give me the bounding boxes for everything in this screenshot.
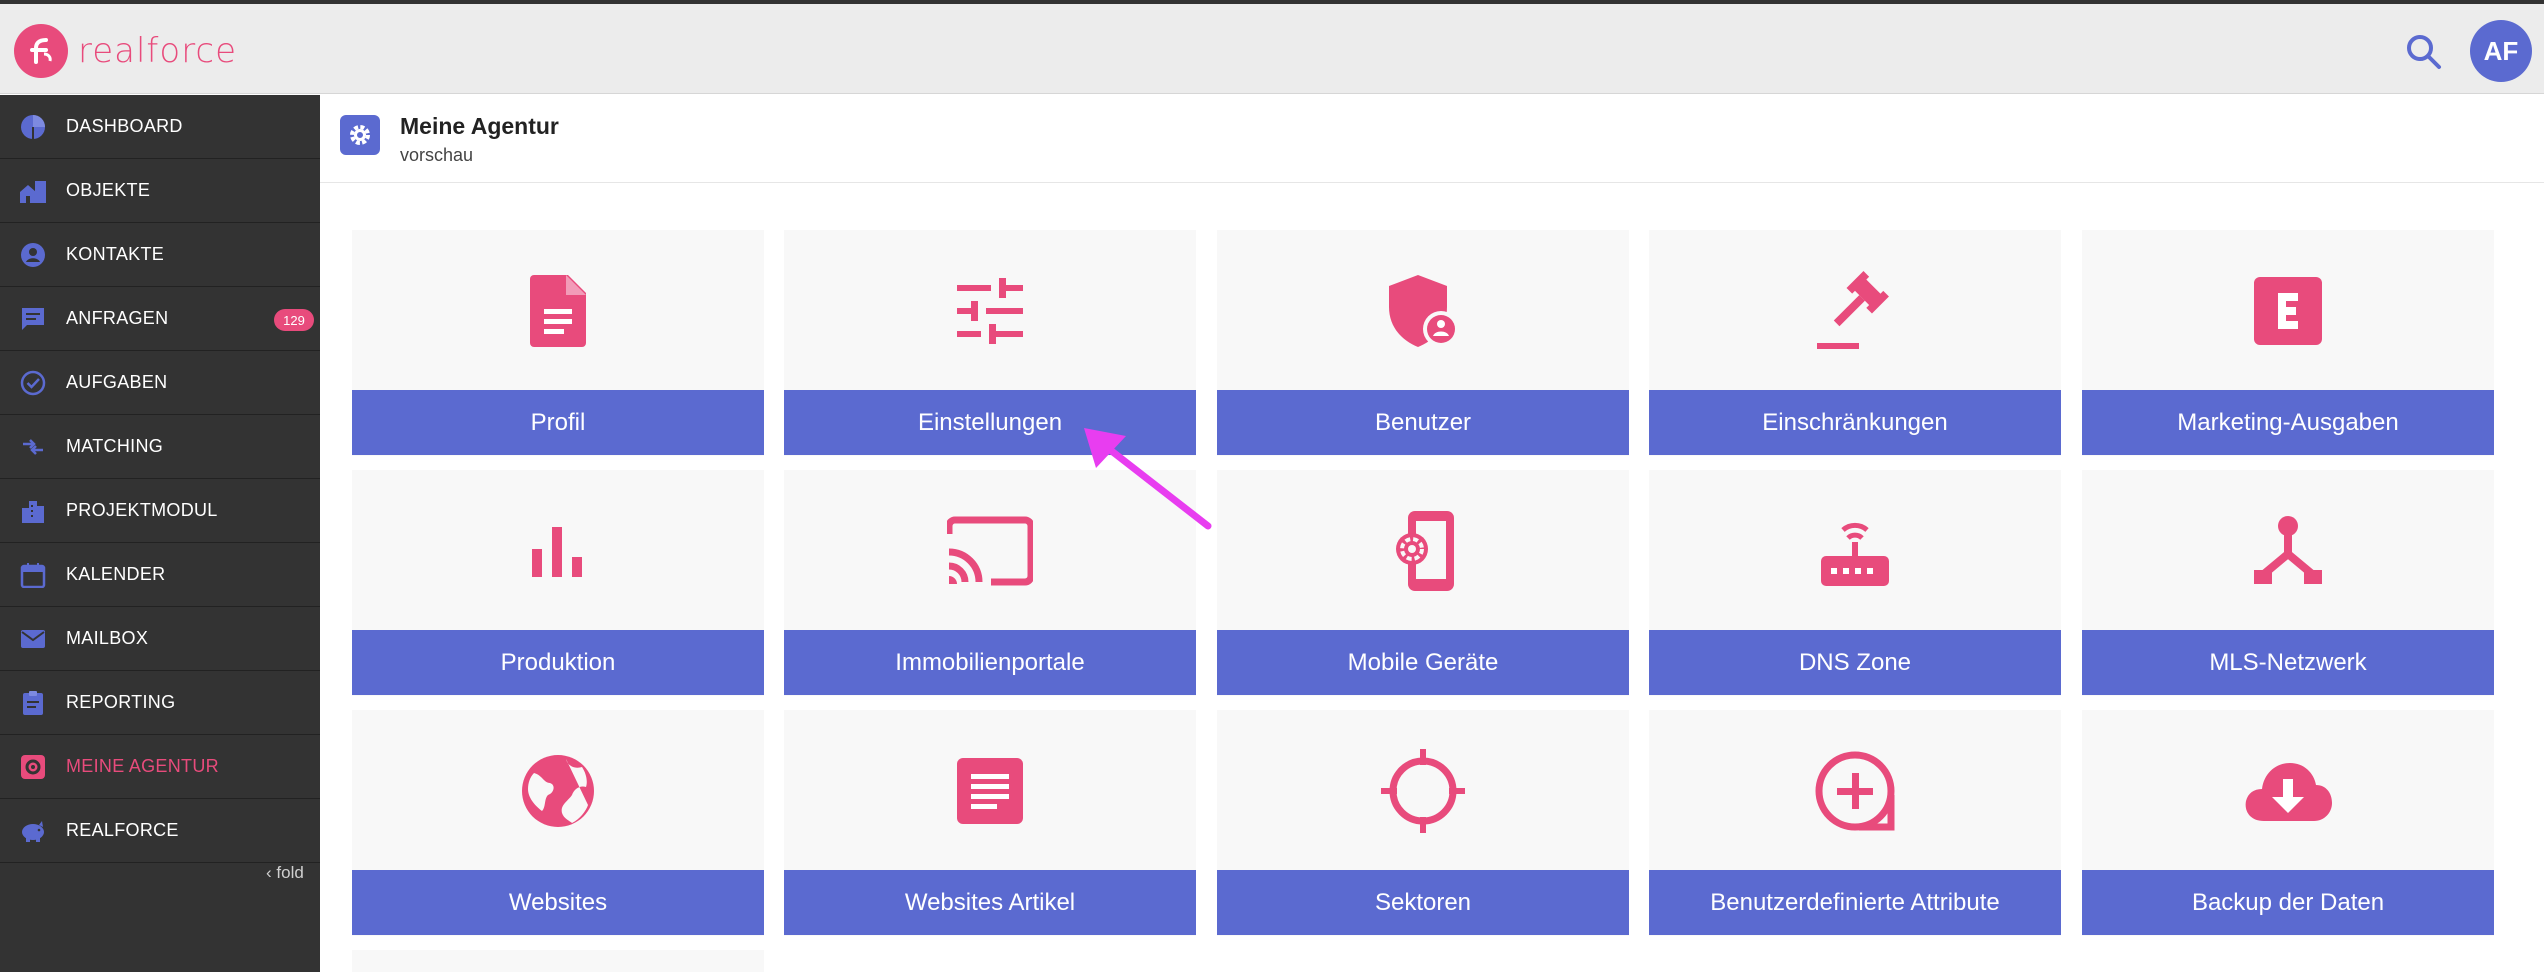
add-circle-icon — [1649, 746, 2061, 836]
unread-count-badge: 129 — [274, 309, 314, 331]
sidebar-item-reporting[interactable]: REPORTING — [0, 671, 320, 735]
sidebar-item-kalender[interactable]: KALENDER — [0, 543, 320, 607]
tile-einschraenkungen[interactable]: Einschränkungen — [1649, 230, 2061, 456]
account-circle-icon — [18, 240, 48, 270]
logo-mark-icon — [14, 24, 68, 78]
cloud-download-icon — [2082, 746, 2494, 836]
swap-arrows-icon — [18, 432, 48, 462]
brand-logo[interactable]: realforce — [14, 24, 237, 78]
page-header: Meine Agentur vorschau — [320, 95, 2544, 183]
tile-mobile-geraete[interactable]: Mobile Geräte — [1217, 470, 1629, 696]
tile-label: Backup der Daten — [2082, 870, 2494, 935]
fold-label: fold — [276, 863, 304, 882]
sidebar-item-mailbox[interactable]: MAILBOX — [0, 607, 320, 671]
tile-label: Mobile Geräte — [1217, 630, 1629, 695]
tile-sektoren[interactable]: Sektoren — [1217, 710, 1629, 936]
tile-label: Sektoren — [1217, 870, 1629, 935]
tile-dns-zone[interactable]: DNS Zone — [1649, 470, 2061, 696]
sidebar-item-dashboard[interactable]: DASHBOARD — [0, 95, 320, 159]
tile-produktion[interactable]: Produktion — [352, 470, 764, 696]
tile-backup-der-daten[interactable]: Backup der Daten — [2082, 710, 2494, 936]
sidebar-item-label: REPORTING — [66, 692, 176, 712]
page-subtitle: vorschau — [400, 145, 474, 165]
top-bar: realforce AF — [0, 4, 2544, 94]
city-icon — [18, 496, 48, 526]
sidebar-item-label: ANFRAGEN — [66, 308, 169, 328]
tile-marketing-ausgaben[interactable]: Marketing-Ausgaben — [2082, 230, 2494, 456]
document-icon — [352, 266, 764, 356]
sidebar-item-realforce[interactable]: REALFORCE — [0, 799, 320, 863]
tile-websites[interactable]: Websites — [352, 710, 764, 936]
sidebar-item-matching[interactable]: MATCHING — [0, 415, 320, 479]
sidebar-item-label: KONTAKTE — [66, 244, 165, 264]
cast-icon — [784, 506, 1196, 596]
tile-label: Marketing-Ausgaben — [2082, 390, 2494, 455]
sidebar-item-label: AUFGABEN — [66, 372, 168, 392]
tile-label: DNS Zone — [1649, 630, 2061, 695]
router-icon — [1649, 506, 2061, 596]
bar-chart-icon — [352, 506, 764, 596]
sidebar-item-label: MEINE AGENTUR — [66, 756, 219, 776]
tile-label: Einstellungen — [784, 390, 1196, 455]
article-icon — [784, 746, 1196, 836]
calendar-icon — [18, 560, 48, 590]
globe-icon — [352, 746, 764, 836]
tile-label: Benutzer — [1217, 390, 1629, 455]
check-circle-icon — [18, 368, 48, 398]
chevron-left-icon: ‹ — [266, 863, 277, 882]
sidebar-item-projektmodul[interactable]: PROJEKTMODUL — [0, 479, 320, 543]
sidebar-item-label: MATCHING — [66, 436, 164, 456]
tile-mls-netzwerk[interactable]: MLS-Netzwerk — [2082, 470, 2494, 696]
sidebar-item-label: REALFORCE — [66, 820, 179, 840]
tile-immobilienportale[interactable]: Immobilienportale — [784, 470, 1196, 696]
sidebar-item-label: MAILBOX — [66, 628, 149, 648]
crosshair-icon — [1217, 746, 1629, 836]
sidebar-item-label: DASHBOARD — [66, 116, 183, 136]
search-button[interactable] — [2402, 30, 2446, 74]
tile-benutzerdefinierte-attribute[interactable]: Benutzerdefinierte Attribute — [1649, 710, 2061, 936]
fold-sidebar-toggle[interactable]: ‹ fold — [266, 863, 304, 883]
page-title: Meine Agentur — [400, 113, 559, 139]
gear-box-icon — [18, 752, 48, 782]
buildings-icon — [18, 176, 48, 206]
sidebar-item-objekte[interactable]: OBJEKTE — [0, 159, 320, 223]
tile-label: MLS-Netzwerk — [2082, 630, 2494, 695]
tile-label: Websites Artikel — [784, 870, 1196, 935]
tile-einstellungen[interactable]: Einstellungen — [784, 230, 1196, 456]
mail-icon — [18, 624, 48, 654]
gavel-icon — [1649, 266, 2061, 356]
sliders-icon — [784, 266, 1196, 356]
sidebar-item-label: OBJEKTE — [66, 180, 151, 200]
sidebar-item-kontakte[interactable]: KONTAKTE — [0, 223, 320, 287]
gear-icon — [340, 115, 380, 155]
sidebar-item-anfragen[interactable]: ANFRAGEN 129 — [0, 287, 320, 351]
sidebar-item-aufgaben[interactable]: AUFGABEN — [0, 351, 320, 415]
tile-label: Immobilienportale — [784, 630, 1196, 695]
tile-label: Produktion — [352, 630, 764, 695]
shield-user-icon — [1217, 266, 1629, 356]
sidebar: DASHBOARD OBJEKTE KONTAKTE ANFRAGEN 129 … — [0, 95, 320, 972]
search-icon — [2407, 35, 2441, 69]
tile-label: Profil — [352, 390, 764, 455]
letter-e-icon — [2082, 266, 2494, 356]
sidebar-item-meine-agentur[interactable]: MEINE AGENTUR — [0, 735, 320, 799]
tile-label: Benutzerdefinierte Attribute — [1649, 870, 2061, 935]
tile-profil[interactable]: Profil — [352, 230, 764, 456]
piggy-bank-icon — [18, 816, 48, 846]
tile-label: Websites — [352, 870, 764, 935]
sidebar-item-label: KALENDER — [66, 564, 166, 584]
chat-icon — [18, 304, 48, 334]
brand-name: realforce — [78, 31, 238, 71]
network-icon — [2082, 506, 2494, 596]
tile-next-row-partial[interactable] — [352, 950, 764, 972]
user-avatar[interactable]: AF — [2470, 20, 2532, 82]
pie-chart-icon — [18, 112, 48, 142]
tile-benutzer[interactable]: Benutzer — [1217, 230, 1629, 456]
phone-settings-icon — [1217, 506, 1629, 596]
tile-websites-artikel[interactable]: Websites Artikel — [784, 710, 1196, 936]
clipboard-icon — [18, 688, 48, 718]
tile-label: Einschränkungen — [1649, 390, 2061, 455]
sidebar-item-label: PROJEKTMODUL — [66, 500, 218, 520]
